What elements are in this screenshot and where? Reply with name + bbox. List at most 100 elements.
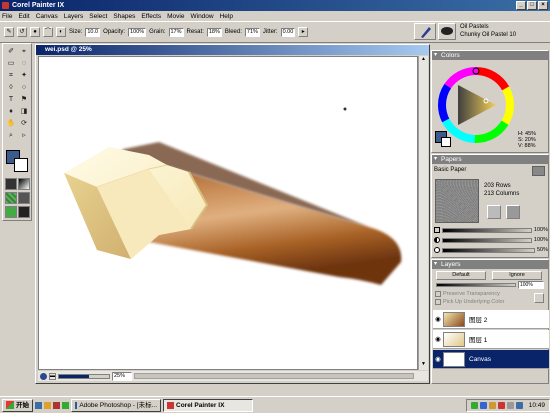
- horizontal-scrollbar[interactable]: [134, 373, 414, 379]
- menu-canvas[interactable]: Canvas: [36, 13, 58, 20]
- layers-panel-header[interactable]: Layers: [432, 260, 548, 269]
- taskbar-painter-button[interactable]: Corel Painter IX: [163, 398, 253, 412]
- menu-help[interactable]: Help: [220, 13, 233, 20]
- tray-input-icon[interactable]: [506, 401, 514, 409]
- paper-library-button[interactable]: [532, 166, 545, 176]
- brush-tool-icon[interactable]: ✎: [4, 27, 14, 37]
- tray-app-icon[interactable]: [515, 401, 523, 409]
- preserve-transparency-checkbox[interactable]: Preserve Transparency: [435, 291, 500, 297]
- jitter-field[interactable]: 0.00: [280, 27, 296, 37]
- menu-movie[interactable]: Movie: [167, 13, 184, 20]
- weaving-selector-icon[interactable]: [18, 192, 30, 204]
- zoom-field[interactable]: 25%: [112, 371, 132, 381]
- canvas-area[interactable]: [38, 56, 418, 370]
- make-paper-icon[interactable]: [506, 205, 520, 219]
- brush-tool-icon[interactable]: ✐: [5, 46, 17, 57]
- checkbox-icon: [435, 299, 441, 305]
- pattern-selector-icon[interactable]: [5, 192, 17, 204]
- magnifier-tool-icon[interactable]: ⌕: [5, 130, 17, 141]
- dropper-tool-icon[interactable]: ⌖: [18, 46, 30, 57]
- gradient-selector-icon[interactable]: [18, 178, 30, 190]
- rubber-stamp-icon[interactable]: ⚑: [18, 94, 30, 105]
- eye-icon[interactable]: ◉: [433, 315, 443, 323]
- brush-shape-icon[interactable]: ◐: [56, 27, 66, 37]
- menu-shapes[interactable]: Shapes: [113, 13, 135, 20]
- scroll-down-icon[interactable]: ▼: [419, 361, 428, 370]
- scroll-up-icon[interactable]: ▲: [419, 56, 428, 65]
- look-selector-icon[interactable]: [5, 206, 17, 218]
- zoom-slider[interactable]: [58, 373, 110, 379]
- papers-panel-title: Papers: [441, 156, 462, 163]
- eye-icon[interactable]: ◉: [433, 335, 443, 343]
- quicklaunch-app2-icon[interactable]: [62, 401, 69, 409]
- menu-select[interactable]: Select: [89, 13, 107, 20]
- invert-paper-icon[interactable]: [487, 205, 501, 219]
- maximize-button[interactable]: □: [527, 1, 537, 10]
- crop-tool-icon[interactable]: ⌗: [5, 70, 17, 81]
- layer-row-selected[interactable]: ◉ Canvas: [433, 350, 549, 369]
- lasso-tool-icon[interactable]: ◌: [18, 58, 30, 69]
- colors-panel-header[interactable]: Colors: [432, 51, 548, 60]
- paper-contrast-slider[interactable]: [442, 237, 532, 243]
- minimize-button[interactable]: _: [516, 1, 526, 10]
- jitter-options-icon[interactable]: ▸: [298, 27, 309, 37]
- bleed-field[interactable]: 71%: [244, 27, 260, 37]
- layer-row[interactable]: ◉ 图层 1: [433, 330, 549, 349]
- pick-up-color-checkbox[interactable]: Pick Up Underlying Color: [435, 299, 504, 305]
- layer-row[interactable]: ◉ 图层 2: [433, 310, 549, 329]
- eye-icon[interactable]: ◉: [433, 355, 443, 363]
- size-field[interactable]: 10.0: [85, 27, 101, 37]
- menu-effects[interactable]: Effects: [141, 13, 161, 20]
- reset-tool-icon[interactable]: ↺: [17, 27, 27, 37]
- shape-selection-icon[interactable]: ▹: [18, 130, 30, 141]
- quicklaunch-ie-icon[interactable]: [44, 401, 51, 409]
- text-tool-icon[interactable]: T: [5, 94, 17, 105]
- composite-method-select[interactable]: Default: [436, 271, 486, 280]
- eraser-tool-icon[interactable]: ◨: [18, 106, 30, 117]
- shape-tool-icon[interactable]: ○: [18, 82, 30, 93]
- nozzle-selector-icon[interactable]: [18, 206, 30, 218]
- paper-brightness-slider[interactable]: [442, 247, 535, 253]
- tray-im-icon[interactable]: [479, 401, 487, 409]
- brush-stroke-icon[interactable]: ⌒: [43, 27, 53, 37]
- quicklaunch-desktop-icon[interactable]: [35, 401, 42, 409]
- menu-file[interactable]: File: [2, 13, 12, 20]
- quicklaunch-app-icon[interactable]: [53, 401, 60, 409]
- paint-bucket-icon[interactable]: ♦: [5, 106, 17, 117]
- opacity-field[interactable]: 100%: [128, 27, 147, 37]
- pen-tool-icon[interactable]: ◊: [5, 82, 17, 93]
- tray-antivirus-icon[interactable]: [497, 401, 505, 409]
- grabber-tool-icon[interactable]: ✋: [5, 118, 17, 129]
- layer-opacity-field[interactable]: 100%: [518, 281, 544, 289]
- paper-selector-icon[interactable]: [5, 178, 17, 190]
- secondary-color-swatch[interactable]: [14, 158, 28, 172]
- zoom-out-icon[interactable]: ▬: [49, 372, 56, 380]
- grain-field[interactable]: 17%: [168, 27, 184, 37]
- taskbar-photoshop-button[interactable]: Adobe Photoshop - [未标...: [71, 398, 161, 412]
- vertical-scrollbar[interactable]: ▲ ▼: [418, 56, 428, 370]
- menu-window[interactable]: Window: [190, 13, 213, 20]
- brush-dab-icon[interactable]: ●: [30, 27, 40, 37]
- colors-secondary-swatch[interactable]: [441, 137, 451, 147]
- rectangle-select-icon[interactable]: ▭: [5, 58, 17, 69]
- layer-options-button[interactable]: [534, 293, 544, 303]
- tray-network-icon[interactable]: [470, 401, 478, 409]
- composite-depth-select[interactable]: Ignore: [492, 271, 542, 280]
- menu-layers[interactable]: Layers: [64, 13, 84, 20]
- resat-field[interactable]: 18%: [206, 27, 222, 37]
- paper-scale-slider[interactable]: [442, 227, 532, 233]
- start-button[interactable]: 开始: [2, 398, 33, 412]
- brush-category-button[interactable]: [414, 23, 436, 40]
- magic-wand-icon[interactable]: ✦: [18, 70, 30, 81]
- clock: 10:49: [528, 401, 545, 409]
- papers-panel-header[interactable]: Papers: [432, 155, 548, 164]
- layer-opacity-slider[interactable]: [436, 283, 516, 287]
- tray-volume-icon[interactable]: [488, 401, 496, 409]
- close-button[interactable]: ×: [538, 1, 548, 10]
- navigator-icon[interactable]: [40, 372, 47, 380]
- taskbar: 开始 Adobe Photoshop - [未标... Corel Painte…: [0, 396, 550, 413]
- menu-edit[interactable]: Edit: [18, 13, 29, 20]
- brush-variant-button[interactable]: [438, 23, 456, 40]
- rotate-page-icon[interactable]: ⟳: [18, 118, 30, 129]
- brush-variant-name: Chunky Oil Pastel 10: [460, 32, 517, 38]
